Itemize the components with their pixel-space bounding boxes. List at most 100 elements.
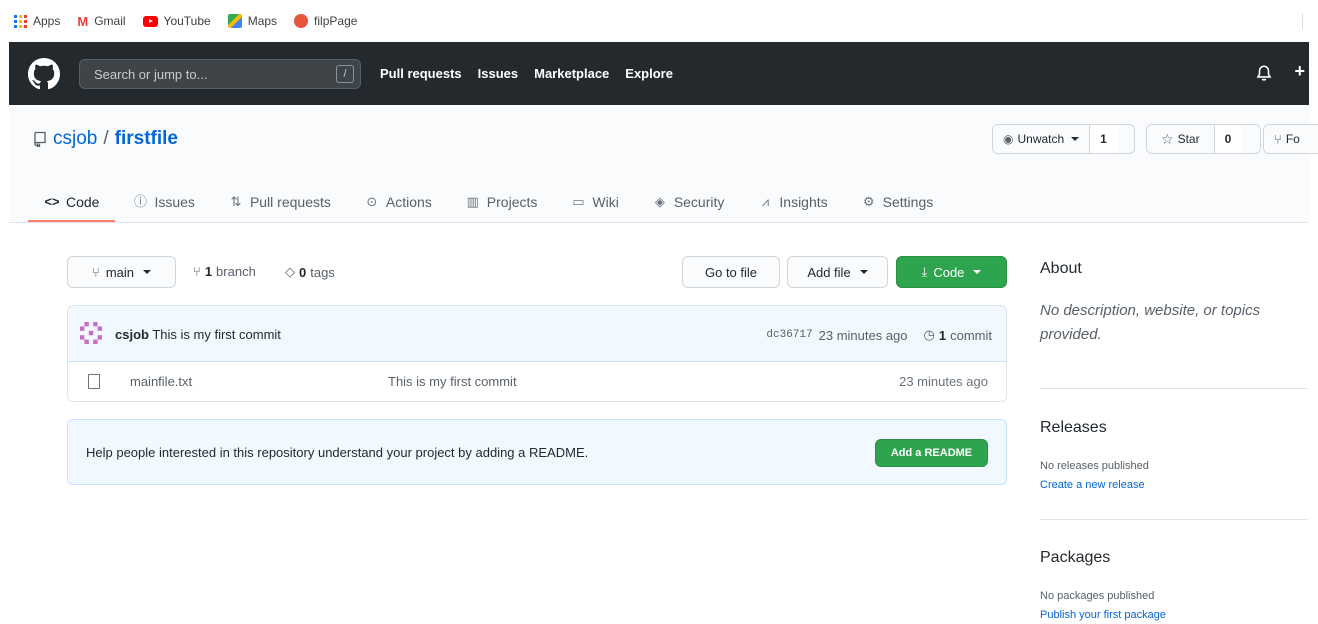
star-icon: ☆: [1161, 130, 1174, 147]
tab-label: Pull requests: [249, 194, 331, 210]
chevron-down-icon: [973, 270, 982, 274]
bookmarks-bar: Apps M Gmail YouTube Maps filpPage: [0, 0, 1318, 42]
code-button-label: Code: [933, 264, 965, 280]
bookmark-label: Apps: [33, 14, 61, 28]
bookmark-youtube[interactable]: YouTube: [139, 9, 220, 33]
readme-prompt-text: Help people interested in this repositor…: [86, 445, 589, 460]
nav-marketplace[interactable]: Marketplace: [534, 66, 609, 81]
shield-icon: ◈: [654, 194, 665, 209]
issue-icon: ⓘ: [133, 194, 147, 209]
star-button[interactable]: ☆ Star: [1147, 125, 1215, 153]
file-age: 23 minutes ago: [899, 374, 988, 389]
repo-name-link[interactable]: firstfile: [115, 128, 178, 150]
chevron-down-icon: [143, 270, 151, 274]
tab-projects[interactable]: ▥ Projects: [457, 182, 546, 222]
gear-icon: ⚙: [862, 194, 875, 209]
watch-group: ◉ Unwatch 1: [992, 124, 1135, 154]
tab-label: Actions: [385, 194, 432, 210]
releases-heading[interactable]: Releases: [1040, 419, 1107, 437]
flippage-icon: [294, 14, 309, 28]
bookmark-label: YouTube: [163, 14, 211, 28]
commit-sha[interactable]: dc36717: [766, 329, 812, 341]
nav-explore[interactable]: Explore: [625, 66, 673, 81]
add-file-button[interactable]: Add file: [787, 256, 888, 288]
commit-author[interactable]: csjob: [115, 327, 149, 342]
go-to-file-label: Go to file: [704, 264, 758, 280]
file-commit-message[interactable]: This is my first commit: [388, 374, 517, 389]
go-to-file-button[interactable]: Go to file: [682, 256, 780, 288]
bookmark-gmail[interactable]: M Gmail: [73, 9, 134, 33]
maps-icon: [227, 14, 242, 28]
history-icon: ◷: [923, 327, 935, 342]
github-logo-icon[interactable]: [28, 58, 60, 90]
commits-link[interactable]: ◷ 1 commit: [924, 327, 992, 343]
unwatch-button[interactable]: ◉ Unwatch: [993, 125, 1091, 153]
tab-actions[interactable]: ⊙ Actions: [356, 182, 440, 222]
download-icon: ⤓: [921, 264, 928, 279]
code-download-button[interactable]: ⤓ Code: [896, 256, 1007, 288]
search-placeholder: Search or jump to...: [94, 67, 208, 82]
commit-message[interactable]: This is my first commit: [152, 327, 281, 342]
nav-pull-requests[interactable]: Pull requests: [380, 66, 462, 81]
repo-tabs: <> Code ⓘ Issues ⇅ Pull requests ⊙ Actio…: [27, 182, 958, 222]
branches-link[interactable]: ⑂ 1 branch: [193, 264, 256, 279]
bookmark-label: Gmail: [94, 14, 126, 28]
tab-issues[interactable]: ⓘ Issues: [124, 182, 202, 222]
pull-request-icon: ⇅: [230, 194, 242, 209]
fork-button[interactable]: ⑂ Fo: [1264, 125, 1310, 153]
tab-security[interactable]: ◈ Security: [644, 182, 733, 222]
tab-label: Issues: [154, 194, 195, 210]
repo-icon: [34, 131, 46, 147]
tab-label: Code: [66, 194, 100, 210]
create-release-link[interactable]: Create a new release: [1040, 479, 1145, 491]
fork-group: ⑂ Fo: [1263, 124, 1318, 154]
tags-link[interactable]: ◇ 0 tags: [285, 264, 335, 280]
bookmarks-divider: [1302, 13, 1303, 29]
repo-title: csjob / firstfile: [33, 128, 178, 150]
tab-insights[interactable]: ⩘ Insights: [749, 182, 835, 222]
bell-icon[interactable]: [1255, 64, 1273, 82]
search-input[interactable]: Search or jump to... /: [79, 59, 361, 89]
chevron-down-icon: [859, 270, 868, 274]
commits-word: commit: [950, 327, 992, 343]
branch-select-button[interactable]: ⑂ main: [67, 256, 176, 288]
commit-summary: csjob This is my first commit: [115, 327, 281, 342]
slash-key-hint: /: [336, 65, 354, 83]
plus-icon[interactable]: +: [1294, 61, 1305, 82]
packages-heading[interactable]: Packages: [1040, 549, 1110, 567]
repo-owner-link[interactable]: csjob: [53, 128, 97, 150]
file-row[interactable]: mainfile.txt This is my first commit 23 …: [68, 362, 1006, 401]
youtube-icon: [142, 15, 158, 27]
fork-label: Fo: [1285, 132, 1300, 146]
nav-issues[interactable]: Issues: [478, 66, 518, 81]
latest-commit-row: csjob This is my first commit dc36717 23…: [68, 306, 1006, 362]
tab-settings[interactable]: ⚙ Settings: [853, 182, 942, 222]
star-label: Star: [1177, 132, 1200, 146]
code-icon: <>: [44, 194, 60, 209]
tab-label: Insights: [779, 194, 828, 210]
branch-word: branch: [216, 264, 256, 279]
commits-count: 1: [938, 327, 947, 343]
bookmark-flippage[interactable]: filpPage: [290, 9, 366, 33]
bookmark-maps[interactable]: Maps: [224, 9, 286, 33]
branch-icon: ⑂: [193, 264, 201, 279]
commit-age: 23 minutes ago: [818, 327, 908, 343]
tab-wiki[interactable]: ▭ Wiki: [562, 182, 626, 222]
watch-count[interactable]: 1: [1090, 125, 1117, 153]
add-readme-button[interactable]: Add a README: [875, 439, 988, 467]
tab-pull-requests[interactable]: ⇅ Pull requests: [220, 182, 339, 222]
tag-count: 0: [299, 264, 307, 280]
repo-separator: /: [103, 128, 109, 149]
star-count[interactable]: 0: [1214, 125, 1242, 153]
about-description: No description, website, or topics provi…: [1040, 302, 1261, 343]
tab-label: Wiki: [592, 194, 619, 210]
file-name[interactable]: mainfile.txt: [130, 374, 192, 389]
avatar[interactable]: [80, 322, 102, 344]
project-icon: ▥: [466, 194, 479, 209]
file-list: csjob This is my first commit dc36717 23…: [67, 305, 1007, 402]
bookmark-apps[interactable]: Apps: [10, 9, 69, 33]
readme-prompt: Help people interested in this repositor…: [67, 419, 1007, 485]
sidebar-divider: [1040, 388, 1308, 389]
tab-code[interactable]: <> Code: [27, 182, 116, 222]
publish-package-link[interactable]: Publish your first package: [1040, 609, 1166, 621]
